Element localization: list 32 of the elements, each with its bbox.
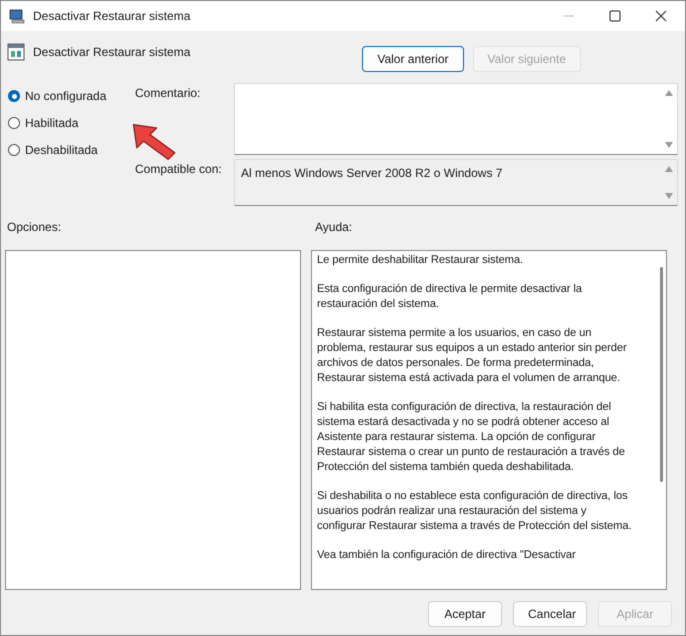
radio-circle[interactable] xyxy=(8,144,20,156)
options-label: Opciones: xyxy=(6,220,62,236)
help-paragraph: Le permite deshabilitar Restaurar sistema. xyxy=(317,253,524,268)
help-paragraph: Si deshabilita o no establece esta configuración de directiva, los usuarios podrán realizar una restauración del sistema y configurar Restaurar sistema a través de Protección del sistema. xyxy=(317,489,632,534)
dialog-button[interactable]: Cancelar xyxy=(513,601,587,627)
scroll-up-icon[interactable] xyxy=(665,90,673,96)
radio-option[interactable]: Habilitada xyxy=(8,116,130,130)
comment-field[interactable] xyxy=(234,83,678,155)
policy-icon xyxy=(7,43,25,61)
scroll-up-icon[interactable] xyxy=(665,166,673,172)
policy-title: Desactivar Restaurar sistema xyxy=(33,45,190,59)
help-paragraph: Si habilita esta configuración de directiva, la restauración del sistema estará desactivada y no se podrá obtener acceso al Asistente para restaurar sistema. La opción de configurar Restaurar sistema o crear un punto de restauración a través de Protección del sistema también queda deshabilitada. xyxy=(317,400,626,475)
scrollbar-thumb[interactable] xyxy=(660,267,663,482)
help-paragraph: Restaurar sistema permite a los usuarios, en caso de un problema, restaurar sus equipos a un estado anterior sin perder archivos de datos personales. De forma predeterminada, Restaurar sistema está activada para el volumen de arranque. xyxy=(317,326,628,386)
scroll-down-icon[interactable] xyxy=(665,142,673,148)
nav-button[interactable]: Valor anterior xyxy=(362,46,464,72)
radio-option[interactable]: Deshabilitada xyxy=(8,143,130,157)
comment-label: Comentario: xyxy=(135,85,202,100)
computer-icon xyxy=(9,8,25,24)
close-icon[interactable] xyxy=(655,10,667,22)
maximize-icon[interactable] xyxy=(609,10,621,22)
supported-label: Compatible con: xyxy=(135,161,223,176)
radio-option[interactable]: No configurada xyxy=(8,89,130,103)
radio-circle[interactable] xyxy=(8,90,20,102)
dialog-button[interactable]: Aceptar xyxy=(428,601,502,627)
radio-circle[interactable] xyxy=(8,117,20,129)
help-paragraph: Vea también la configuración de directiva "Desactivar xyxy=(317,548,577,563)
help-paragraph: Esta configuración de directiva le permite desactivar la restauración del sistema. xyxy=(317,282,583,312)
scroll-down-icon[interactable] xyxy=(665,193,673,199)
help-label: Ayuda: xyxy=(315,220,352,236)
supported-value: Al menos Windows Server 2008 R2 o Windows 7 xyxy=(241,166,502,180)
window-title: Desactivar Restaurar sistema xyxy=(33,9,190,23)
